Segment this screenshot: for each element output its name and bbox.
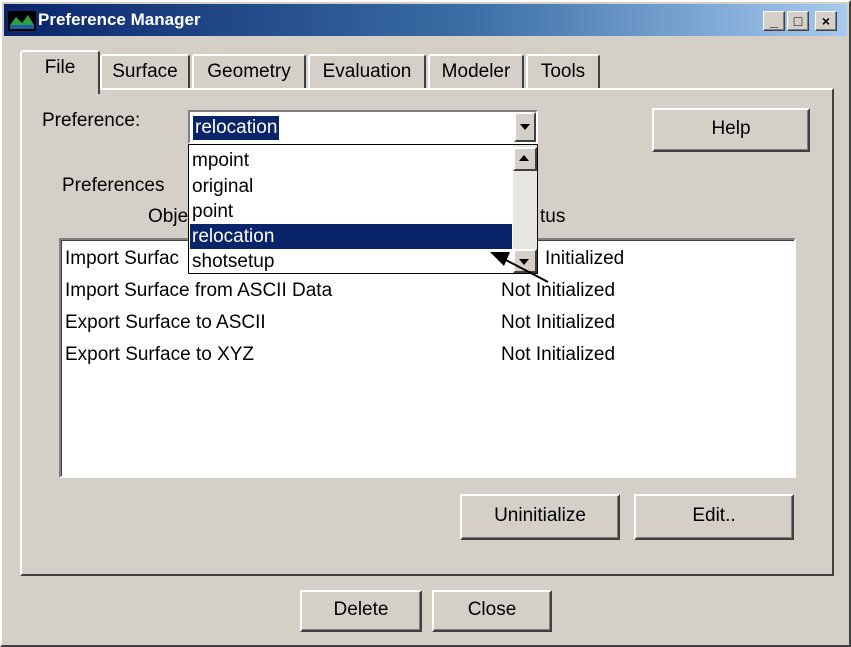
edit-button[interactable]: Edit.. [634,494,794,540]
preferences-group-title: Preferences [58,175,169,197]
preferences-list[interactable]: Import Surfac Initialized Import Surface… [59,238,796,478]
tab-evaluation-label: Evaluation [322,61,412,82]
help-button[interactable]: Help [652,108,810,152]
dropdown-option-original[interactable]: original [190,174,512,199]
list-item-object: Export Surface to ASCII [65,312,266,333]
chevron-down-icon [520,124,530,130]
dropdown-option-mpoint[interactable]: mpoint [190,148,512,173]
maximize-button[interactable]: □ [787,11,809,31]
list-item-status: Not Initialized [501,344,616,365]
dropdown-option-relocation[interactable]: relocation [190,224,512,249]
tab-modeler-label: Modeler [441,61,511,82]
delete-button[interactable]: Delete [300,590,422,632]
tab-evaluation[interactable]: Evaluation [308,54,426,90]
minimize-button[interactable]: _ [763,11,785,31]
tab-geometry-label: Geometry [207,61,291,82]
close-icon: × [821,13,831,29]
tab-tools-label: Tools [540,61,586,82]
tab-geometry[interactable]: Geometry [192,54,306,90]
dropdown-option-point[interactable]: point [190,199,512,224]
preference-select[interactable]: relocation [188,110,538,144]
list-item[interactable]: Export Surface to XYZ Not Initialized [65,340,793,370]
tab-tools[interactable]: Tools [526,54,600,90]
close-button[interactable]: Close [432,590,552,632]
list-item-object: Import Surfac [65,248,180,269]
scroll-up-icon [519,155,529,161]
dropdown-option-shotsetup[interactable]: shotsetup [190,249,512,272]
list-item-object: Import Surface from ASCII Data [65,280,333,301]
pointer-arrow-icon [490,252,549,283]
title-bar[interactable]: Preference Manager _ □ × [4,4,847,36]
app-icon [8,11,36,31]
tab-surface[interactable]: Surface [100,54,190,90]
list-item[interactable]: Import Surface from ASCII Data Not Initi… [65,276,793,306]
preference-selected-value: relocation [193,116,280,140]
close-window-button[interactable]: × [815,11,837,31]
list-item[interactable]: Export Surface to ASCII Not Initialized [65,308,793,338]
uninitialize-button[interactable]: Uninitialize [460,494,620,540]
preference-manager-window: Preference Manager _ □ × File Surface Ge… [0,0,851,647]
tab-modeler[interactable]: Modeler [428,54,524,90]
preference-dropdown-button[interactable] [514,112,536,142]
list-item-status: Not Initialized [501,312,616,333]
scroll-up-button[interactable] [513,147,537,171]
list-item-object: Export Surface to XYZ [65,344,255,365]
column-header-object: Obje [148,206,189,227]
maximize-icon: □ [793,13,803,29]
column-header-status: tus [540,206,566,227]
minimize-icon: _ [770,13,778,29]
tab-surface-label: Surface [112,61,178,82]
tab-file[interactable]: File [20,50,100,94]
window-title: Preference Manager [38,10,201,29]
preference-label: Preference: [42,110,141,131]
list-item-status: Initialized [545,248,625,269]
tab-file-label: File [44,57,76,78]
